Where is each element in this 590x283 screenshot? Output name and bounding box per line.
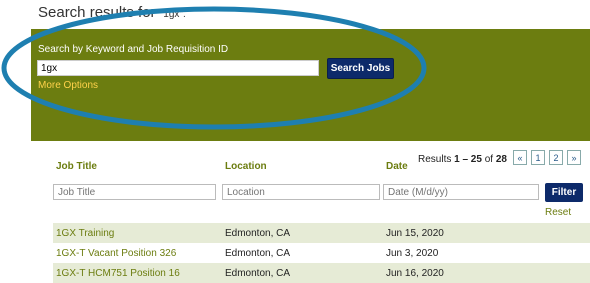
- column-header-job-title[interactable]: Job Title: [56, 161, 97, 172]
- date-filter-input[interactable]: [383, 184, 539, 200]
- results-count: Results 1 – 25 of 28: [418, 154, 507, 165]
- pager-page-2[interactable]: 2: [549, 150, 563, 165]
- search-panel: Search by Keyword and Job Requisition ID…: [31, 29, 590, 141]
- heading-query: "1gx".: [159, 9, 186, 20]
- results-range: 1 – 25: [454, 154, 482, 165]
- keyword-input[interactable]: [37, 60, 319, 76]
- job-location: Edmonton, CA: [225, 268, 291, 279]
- pager-last-button[interactable]: »: [567, 150, 581, 165]
- search-jobs-button[interactable]: Search Jobs: [327, 58, 394, 79]
- table-row: 1GX Training Edmonton, CA Jun 15, 2020: [53, 223, 590, 243]
- results-of: of: [481, 154, 496, 165]
- filter-button[interactable]: Filter: [545, 183, 583, 202]
- job-location: Edmonton, CA: [225, 248, 291, 259]
- results-total: 28: [495, 154, 507, 165]
- heading-prefix: Search results for: [38, 4, 160, 21]
- job-title-link[interactable]: 1GX-T Vacant Position 326: [56, 248, 176, 259]
- table-row: 1GX-T HCM751 Position 16 Edmonton, CA Ju…: [53, 263, 590, 283]
- job-title-link[interactable]: 1GX Training: [56, 228, 114, 239]
- pager-page-1[interactable]: 1: [531, 150, 545, 165]
- job-location: Edmonton, CA: [225, 228, 291, 239]
- column-header-date[interactable]: Date: [386, 161, 408, 172]
- reset-link[interactable]: Reset: [545, 207, 571, 218]
- table-row: 1GX-T Vacant Position 326 Edmonton, CA J…: [53, 243, 590, 263]
- search-results-heading: Search results for "1gx".: [38, 4, 186, 21]
- job-date: Jun 15, 2020: [386, 228, 444, 239]
- job-title-filter-input[interactable]: [53, 184, 216, 200]
- more-options-link[interactable]: More Options: [38, 80, 98, 91]
- pager-first-button[interactable]: «: [513, 150, 527, 165]
- job-date: Jun 3, 2020: [386, 248, 439, 259]
- location-filter-input[interactable]: [222, 184, 380, 200]
- job-title-link[interactable]: 1GX-T HCM751 Position 16: [56, 268, 180, 279]
- results-prefix: Results: [418, 154, 455, 165]
- pagination: « 1 2 »: [513, 150, 585, 165]
- keyword-label: Search by Keyword and Job Requisition ID: [38, 44, 229, 55]
- job-date: Jun 16, 2020: [386, 268, 444, 279]
- column-header-location[interactable]: Location: [225, 161, 267, 172]
